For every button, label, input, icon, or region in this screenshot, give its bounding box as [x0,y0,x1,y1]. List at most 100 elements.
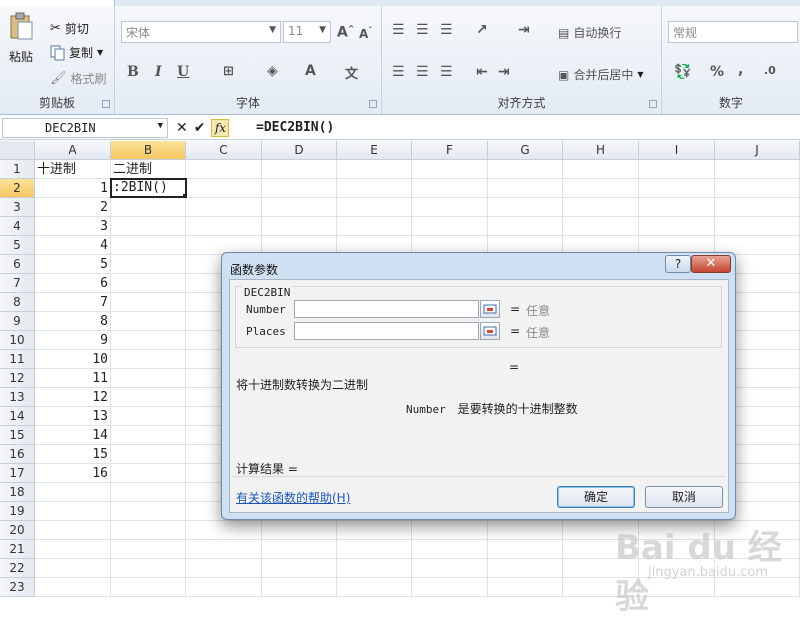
row-header-18[interactable]: 18 [0,483,35,502]
row-header-19[interactable]: 19 [0,502,35,521]
help-button[interactable]: ? [665,255,691,273]
column-header-i[interactable]: I [639,141,715,160]
cut-button[interactable]: ✂ 剪切 [50,20,89,37]
ok-button[interactable]: 确定 [557,486,635,508]
row-header-11[interactable]: 11 [0,350,35,369]
enter-icon[interactable]: ✔ [194,120,206,136]
formula-input[interactable]: =DEC2BIN() [256,118,334,138]
cell-a8[interactable]: 7 [35,293,110,312]
column-header-j[interactable]: J [715,141,800,160]
orientation-icon[interactable]: ↗ [476,22,488,38]
phonetic-icon[interactable]: 文 [345,63,358,82]
row-header-5[interactable]: 5 [0,236,35,255]
bold-button[interactable]: B [127,64,139,80]
row-header-20[interactable]: 20 [0,521,35,540]
row-header-8[interactable]: 8 [0,293,35,312]
decrease-indent-icon[interactable]: ⇤ [476,64,488,80]
format-painter-button[interactable]: 🖌 格式刷 [50,70,107,87]
row-header-2[interactable]: 2 [0,179,35,198]
cell-a16[interactable]: 15 [35,445,110,464]
align-top-icon[interactable]: ☰ [392,22,405,38]
align-bottom-icon[interactable]: ☰ [440,22,453,38]
indent-icon[interactable]: ⇥ [518,22,530,38]
row-header-16[interactable]: 16 [0,445,35,464]
row-header-15[interactable]: 15 [0,426,35,445]
cell-a6[interactable]: 5 [35,255,110,274]
merge-center-button[interactable]: ▣ 合并后居中 ▼ [558,66,644,83]
comma-button[interactable]: , [738,62,743,78]
collapse-dialog-icon[interactable] [480,322,500,340]
cell-a17[interactable]: 16 [35,464,110,483]
collapse-dialog-icon[interactable] [480,300,500,318]
fill-color-icon[interactable]: ◈ [267,63,278,79]
row-header-12[interactable]: 12 [0,369,35,388]
help-link[interactable]: 有关该函数的帮助(H) [236,489,350,506]
column-header-c[interactable]: C [186,141,262,160]
row-header-9[interactable]: 9 [0,312,35,331]
align-left-icon[interactable]: ☰ [392,64,405,80]
increase-decimal-icon[interactable]: .0 [764,64,776,77]
row-header-6[interactable]: 6 [0,255,35,274]
underline-button[interactable]: U [177,64,189,80]
name-box[interactable]: DEC2BIN ▼ [2,118,168,138]
font-launcher[interactable] [369,100,377,108]
wrap-text-button[interactable]: ▤ 自动换行 [558,24,621,41]
alignment-launcher[interactable] [649,100,657,108]
cell-a13[interactable]: 12 [35,388,110,407]
close-button[interactable]: ✕ [691,255,731,273]
row-header-3[interactable]: 3 [0,198,35,217]
italic-button[interactable]: I [155,64,162,80]
column-header-f[interactable]: F [412,141,488,160]
row-header-7[interactable]: 7 [0,274,35,293]
row-header-13[interactable]: 13 [0,388,35,407]
cell-a2[interactable]: 1 [35,179,110,198]
cancel-button[interactable]: 取消 [645,486,723,508]
border-icon[interactable]: ⊞ [223,64,234,79]
column-header-d[interactable]: D [262,141,337,160]
percent-button[interactable]: % [710,64,724,80]
places-input[interactable] [294,322,479,340]
row-header-21[interactable]: 21 [0,540,35,559]
insert-function-button[interactable]: fx [211,119,230,137]
cell-a15[interactable]: 14 [35,426,110,445]
column-header-g[interactable]: G [488,141,563,160]
cell-a7[interactable]: 6 [35,274,110,293]
active-cell-b2[interactable]: :2BIN() [110,178,187,198]
currency-icon[interactable]: 💱 [674,64,691,80]
clipboard-launcher[interactable] [102,100,110,108]
row-header-17[interactable]: 17 [0,464,35,483]
align-right-icon[interactable]: ☰ [440,64,453,80]
cell-a10[interactable]: 9 [35,331,110,350]
number-input[interactable] [294,300,479,318]
cell-a5[interactable]: 4 [35,236,110,255]
fill-handle[interactable] [183,194,185,196]
select-all-corner[interactable] [0,141,35,160]
column-header-a[interactable]: A [35,141,111,160]
cancel-icon[interactable]: ✕ [176,120,188,136]
cell-a12[interactable]: 11 [35,369,110,388]
row-header-23[interactable]: 23 [0,578,35,597]
increase-indent-icon[interactable]: ⇥ [498,64,510,80]
row-header-14[interactable]: 14 [0,407,35,426]
number-format-combo[interactable]: 常规 [668,21,798,43]
cell-a1[interactable]: 十进制 [35,160,111,179]
font-color-icon[interactable]: A [305,63,316,79]
cell-a4[interactable]: 3 [35,217,110,236]
row-header-1[interactable]: 1 [0,160,35,179]
column-header-e[interactable]: E [337,141,412,160]
column-header-h[interactable]: H [563,141,639,160]
row-header-22[interactable]: 22 [0,559,35,578]
column-header-b[interactable]: B [111,141,186,160]
grow-font-icon[interactable]: A^ [337,24,355,41]
row-header-10[interactable]: 10 [0,331,35,350]
align-middle-icon[interactable]: ☰ [416,22,429,38]
shrink-font-icon[interactable]: Aˇ [359,26,372,41]
cell-a14[interactable]: 13 [35,407,110,426]
cell-b1[interactable]: 二进制 [111,160,186,179]
font-size-combo[interactable]: 11 ▼ [283,21,331,43]
row-header-4[interactable]: 4 [0,217,35,236]
cell-a9[interactable]: 8 [35,312,110,331]
paste-button[interactable]: 粘贴 [8,12,34,65]
cell-a11[interactable]: 10 [35,350,110,369]
align-center-icon[interactable]: ☰ [416,64,429,80]
